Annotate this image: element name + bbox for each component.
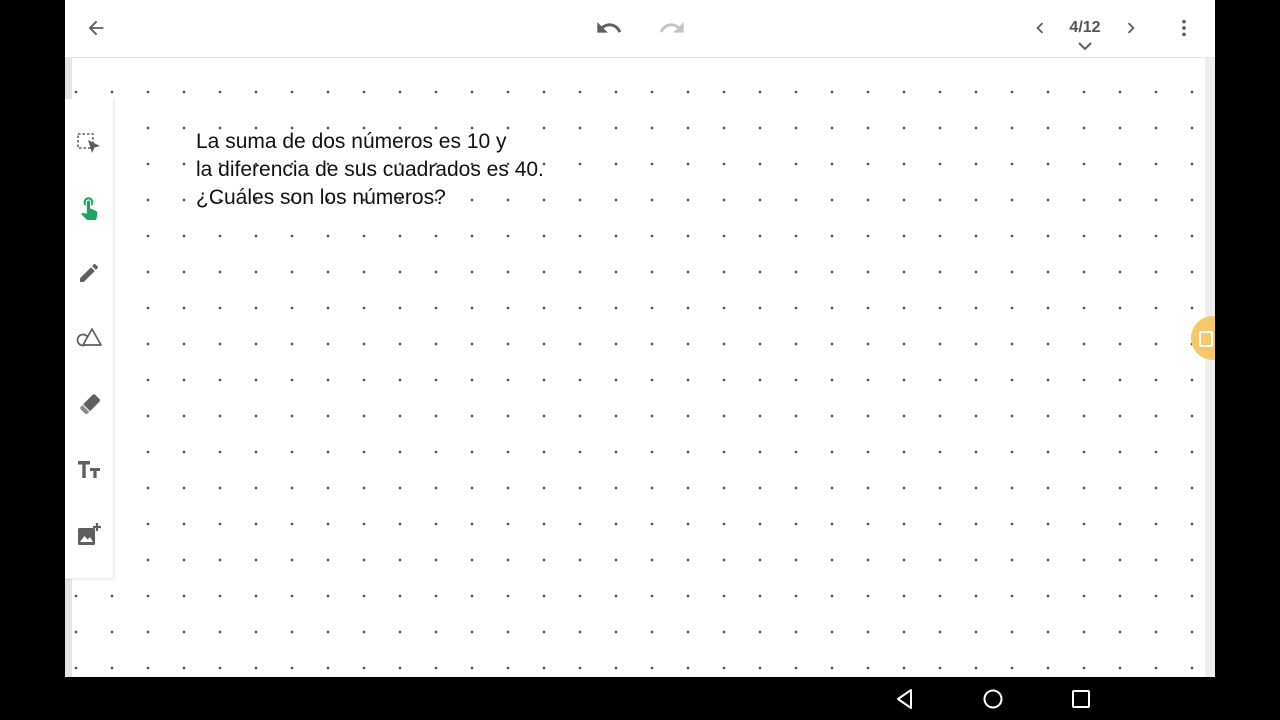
tool-palette [65, 99, 114, 579]
text-line-2: la diferencia de sus cuadrados es 40. [196, 158, 544, 181]
eraser-tool[interactable] [74, 389, 104, 419]
redo-icon [659, 22, 684, 33]
text-line-1: La suma de dos números es 10 y [196, 130, 507, 153]
text-icon [78, 461, 100, 478]
more-options-button[interactable] [1166, 10, 1202, 46]
recents-icon [1072, 690, 1090, 708]
page-counter: 4/12 [1069, 19, 1101, 36]
next-page-button[interactable] [1113, 10, 1149, 46]
text-tool[interactable] [74, 455, 104, 485]
top-app-bar: 4/12 [65, 0, 1215, 58]
home-icon [983, 689, 1003, 709]
problem-text-block[interactable]: La suma de dos números es 10 y la difere… [196, 128, 544, 212]
chevron-left-icon [1036, 22, 1044, 34]
selection-tool[interactable] [74, 129, 104, 159]
chevron-down-icon [1078, 42, 1092, 51]
insert-image-tool[interactable] [74, 520, 104, 550]
nav-back-button[interactable] [889, 683, 921, 715]
chevron-right-icon [1127, 22, 1135, 34]
back-button[interactable] [78, 10, 114, 46]
android-navigation-bar [0, 677, 1280, 720]
add-image-icon [78, 523, 101, 545]
pen-tool[interactable] [74, 258, 104, 288]
text-line-3: ¿Cuáles son los números? [196, 186, 446, 209]
pencil-icon [80, 263, 99, 282]
redo-button[interactable] [654, 10, 690, 46]
canvas-right-edge [1205, 58, 1215, 677]
arrow-back-icon [88, 20, 104, 36]
undo-button[interactable] [591, 10, 627, 46]
nav-recents-button[interactable] [1065, 683, 1097, 715]
whiteboard-app: 4/12 La suma de dos números es 10 y la d… [65, 0, 1215, 677]
shapes-tool[interactable] [74, 323, 104, 353]
page-indicator[interactable]: 4/12 [1060, 14, 1110, 54]
nav-home-button[interactable] [977, 683, 1009, 715]
back-icon [897, 689, 912, 709]
eraser-icon [80, 394, 100, 415]
shapes-icon [76, 328, 102, 347]
hand-tool[interactable] [74, 192, 104, 222]
selection-icon [77, 133, 100, 153]
panel-toggle-icon [1199, 331, 1213, 347]
more-vert-icon [1182, 19, 1186, 37]
hand-pointer-icon [81, 197, 98, 220]
undo-icon [597, 22, 622, 33]
previous-page-button[interactable] [1022, 10, 1058, 46]
